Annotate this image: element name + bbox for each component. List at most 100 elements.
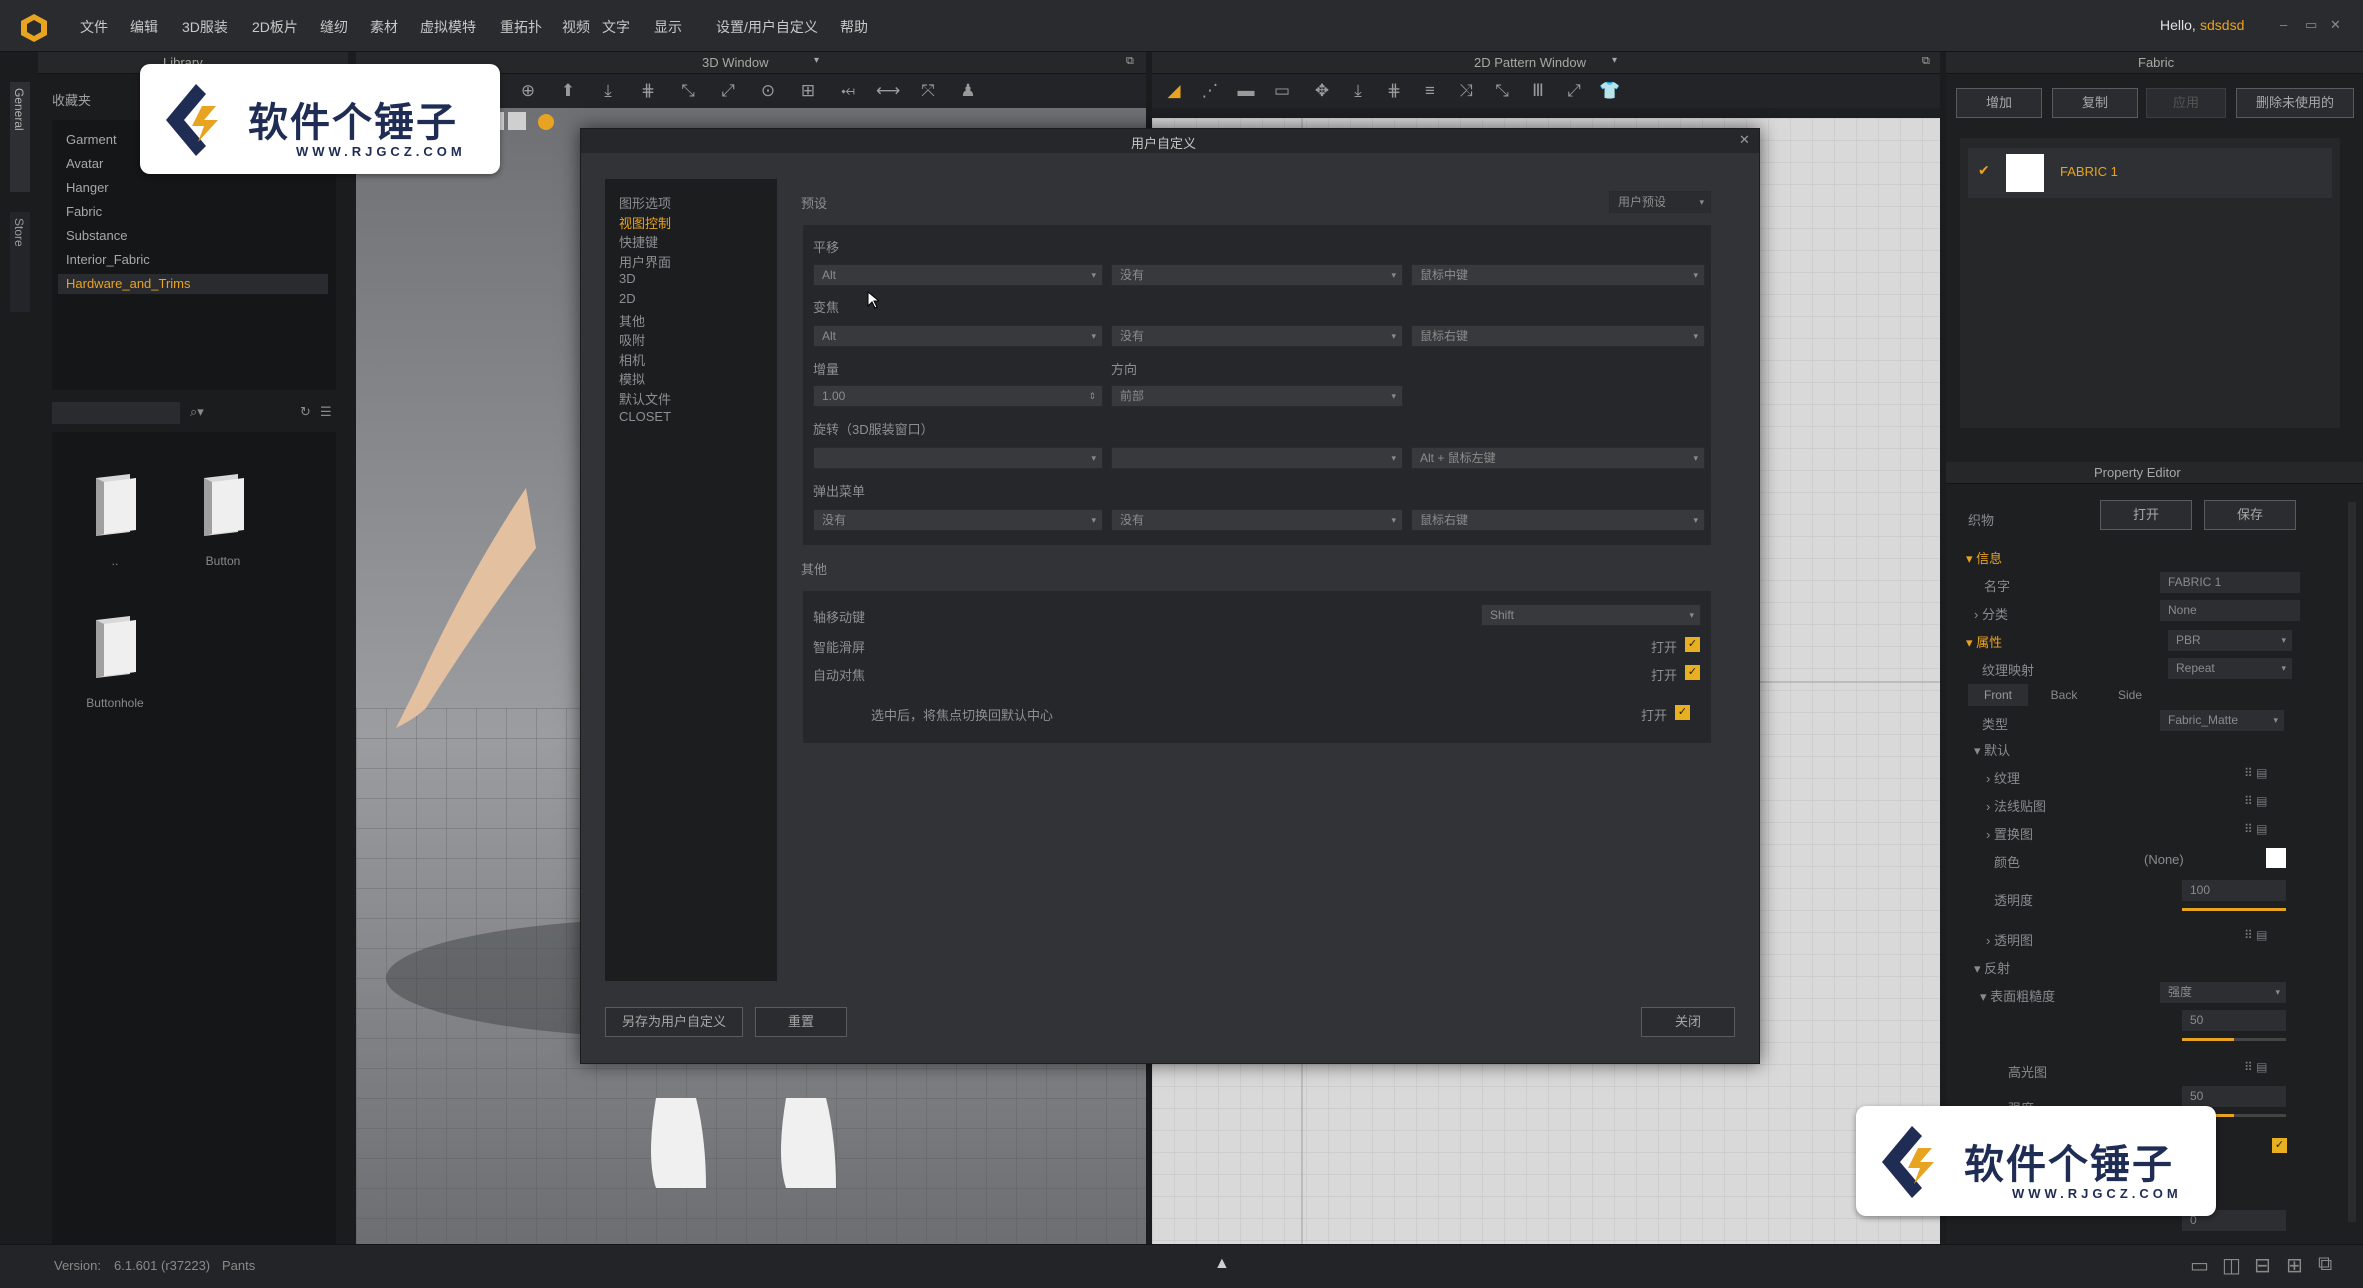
dropdown-arrow-icon[interactable]: ▾: [1612, 55, 1617, 66]
default-section[interactable]: ▾ 默认: [1974, 740, 2010, 759]
delete-unused-button[interactable]: 删除未使用的: [2236, 88, 2354, 118]
normal-map-row[interactable]: › 法线贴图: [1986, 796, 2046, 815]
roughness-mode-select[interactable]: 强度 ▾: [2160, 982, 2286, 1003]
tack-2d-icon[interactable]: ⤓: [1346, 80, 1370, 102]
tab-front[interactable]: Front: [1968, 684, 2028, 706]
library-item[interactable]: Buttonhole: [80, 614, 150, 724]
properties-section[interactable]: ▾ 属性: [1966, 632, 2002, 651]
rotate-modifier-select[interactable]: ▾: [813, 447, 1103, 469]
roughness-field[interactable]: 50: [2182, 1010, 2286, 1031]
pan-modifier-select[interactable]: Alt ▾: [813, 264, 1103, 286]
minimize-icon[interactable]: –: [2280, 17, 2287, 32]
garment-icon[interactable]: 👕: [1598, 80, 1622, 102]
library-tree-item[interactable]: Substance: [58, 226, 328, 246]
category-item[interactable]: 模拟: [619, 369, 645, 388]
gloss-field[interactable]: 50: [2182, 1086, 2286, 1107]
tack-tool-icon[interactable]: ⤓: [596, 80, 620, 102]
edit-tool-icon[interactable]: ⤧: [916, 80, 940, 102]
duplicate-fabric-button[interactable]: 复制: [2052, 88, 2138, 118]
edit-point-icon[interactable]: ⋰: [1198, 80, 1222, 102]
library-tree-item[interactable]: Hanger: [58, 178, 328, 198]
category-item[interactable]: 吸附: [619, 330, 645, 349]
texture-map-select[interactable]: Repeat ▾: [2168, 658, 2292, 679]
texture-browse-icon[interactable]: ⠿ ▤: [2244, 766, 2267, 780]
avatar-tool-icon[interactable]: ♟: [956, 80, 980, 102]
menu-item[interactable]: 缝纫: [320, 17, 348, 37]
category-item[interactable]: 用户界面: [619, 252, 671, 271]
category-item[interactable]: 默认文件: [619, 389, 671, 408]
category-item[interactable]: 图形选项: [619, 193, 671, 212]
category-item[interactable]: 相机: [619, 350, 645, 369]
button-tool-icon[interactable]: ⊙: [756, 80, 780, 102]
menu-item[interactable]: 素材: [370, 17, 398, 37]
normal-browse-icon[interactable]: ⠿ ▤: [2244, 794, 2267, 808]
library-item[interactable]: ..: [80, 472, 150, 582]
roughness-slider[interactable]: [2182, 1038, 2286, 1041]
menu-item[interactable]: 设置/用户自定义: [716, 17, 818, 37]
category-item[interactable]: CLOSET: [619, 409, 671, 424]
increment-stepper[interactable]: 1.00 ⇕: [813, 385, 1103, 407]
sew-tool-icon[interactable]: ⤨: [1454, 80, 1478, 102]
fold-tool-icon[interactable]: ⤡: [676, 80, 700, 102]
layout-custom-icon[interactable]: ⧉: [2318, 1253, 2332, 1276]
opacity-field[interactable]: 100: [2182, 880, 2286, 901]
rectangle-tool-icon[interactable]: ▭: [1270, 80, 1294, 102]
opacity-map-row[interactable]: › 透明图: [1986, 930, 2033, 949]
refresh-icon[interactable]: ↻: [300, 404, 311, 420]
expand-up-icon[interactable]: ▲: [1214, 1255, 1230, 1273]
seam-tool-icon[interactable]: ≡: [1418, 80, 1442, 102]
avatar-icon[interactable]: [538, 114, 554, 130]
menu-item[interactable]: 重拓扑: [500, 17, 542, 37]
opacity-slider[interactable]: [2182, 908, 2286, 911]
polygon-tool-icon[interactable]: ▬: [1234, 80, 1258, 102]
dropdown-arrow-icon[interactable]: ▾: [814, 55, 819, 66]
roughness-row[interactable]: ▾ 表面粗糙度: [1980, 986, 2055, 1005]
float-window-icon[interactable]: ⧉: [1126, 55, 1134, 68]
tab-general[interactable]: General: [10, 82, 30, 192]
color-swatch[interactable]: [2266, 848, 2286, 868]
open-button[interactable]: 打开: [2100, 500, 2192, 530]
displacement-row[interactable]: › 置换图: [1986, 824, 2033, 843]
material-type-select[interactable]: PBR ▾: [2168, 630, 2292, 651]
maximize-icon[interactable]: ▭: [2305, 17, 2317, 33]
texture-row[interactable]: › 纹理: [1986, 768, 2020, 787]
menu-item[interactable]: 虚拟模特: [420, 17, 476, 37]
tab-back[interactable]: Back: [2034, 684, 2094, 706]
layout-split-icon[interactable]: ◫: [2222, 1253, 2241, 1278]
app-logo-icon[interactable]: [18, 12, 50, 44]
category-item[interactable]: 其他: [619, 311, 645, 330]
zoom-modifier2-select[interactable]: 没有 ▾: [1111, 325, 1403, 347]
add-fabric-button[interactable]: 增加: [1956, 88, 2042, 118]
close-button[interactable]: 关闭: [1641, 1007, 1735, 1037]
rotate-modifier2-select[interactable]: ▾: [1111, 447, 1403, 469]
menu-item[interactable]: 视频: [562, 17, 590, 37]
category-row[interactable]: › 分类: [1974, 604, 2008, 623]
measure-tool-icon[interactable]: ⤢: [716, 80, 740, 102]
popup-modifier-select[interactable]: 没有 ▾: [813, 509, 1103, 531]
library-tree-item[interactable]: Interior_Fabric: [58, 250, 328, 270]
tab-store[interactable]: Store: [10, 212, 30, 312]
menu-item[interactable]: 2D板片: [252, 17, 298, 37]
category-field[interactable]: None: [2160, 600, 2300, 621]
axis-move-select[interactable]: Shift ▾: [1481, 604, 1701, 626]
arrange-tool-icon[interactable]: ⬆: [556, 80, 580, 102]
transform-tool-icon[interactable]: ◢: [1162, 80, 1186, 102]
pleat-tool-icon[interactable]: Ⅲ: [1526, 80, 1550, 102]
library-item[interactable]: Button: [188, 472, 258, 582]
menu-item[interactable]: 文件: [80, 17, 108, 37]
gloss-map-browse-icon[interactable]: ⠿ ▤: [2244, 1060, 2267, 1074]
metal-checkbox[interactable]: ✓: [2272, 1138, 2287, 1153]
smooth-scroll-checkbox[interactable]: ✓: [1685, 637, 1700, 652]
direction-select[interactable]: 前部 ▾: [1111, 385, 1403, 407]
pin-tool-icon[interactable]: ⊕: [516, 80, 540, 102]
library-tree-item[interactable]: Fabric: [58, 202, 328, 222]
opacity-map-browse-icon[interactable]: ⠿ ▤: [2244, 928, 2267, 942]
preset-select[interactable]: 用户预设 ▾: [1609, 191, 1711, 213]
name-field[interactable]: FABRIC 1: [2160, 572, 2300, 593]
library-search-input[interactable]: [52, 402, 180, 424]
save-as-custom-button[interactable]: 另存为用户自定义: [605, 1007, 743, 1037]
auto-focus-checkbox[interactable]: ✓: [1685, 665, 1700, 680]
save-button[interactable]: 保存: [2204, 500, 2296, 530]
focus-reset-checkbox[interactable]: ✓: [1675, 705, 1690, 720]
pan-modifier2-select[interactable]: 没有 ▾: [1111, 264, 1403, 286]
